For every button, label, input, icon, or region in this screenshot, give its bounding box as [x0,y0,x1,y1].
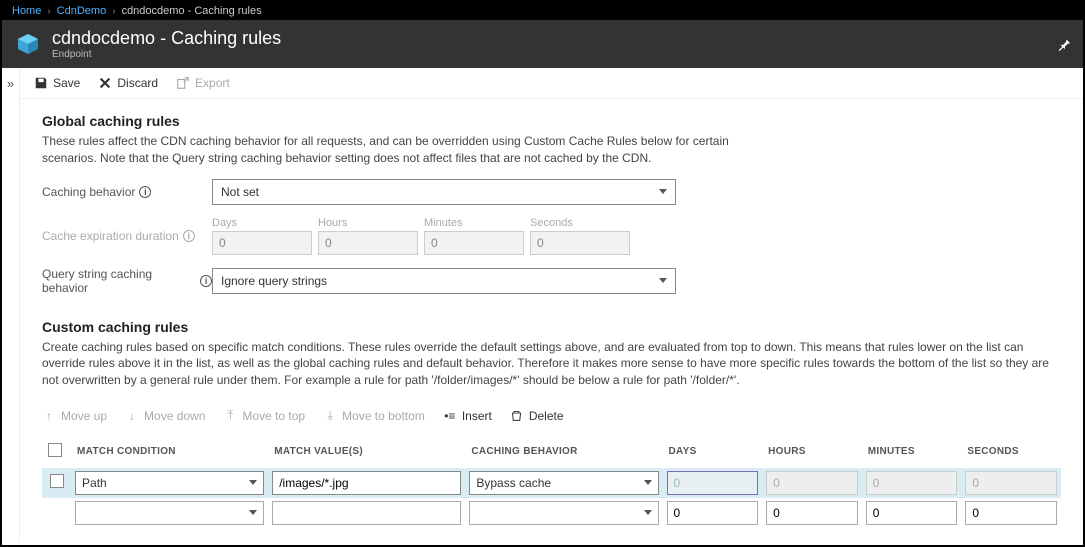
query-caching-label: Query string caching behavior i [42,267,212,295]
chevron-down-icon [644,480,652,485]
info-icon[interactable]: i [183,230,195,242]
match-condition-select[interactable]: Path [75,471,264,495]
seconds-label: Seconds [530,217,630,229]
row-minutes-input [866,471,958,495]
days-label: Days [212,217,312,229]
move-up-button[interactable]: ↑Move up [42,409,107,423]
col-days: DAYS [663,435,763,468]
save-icon [34,76,48,90]
page-subtitle: Endpoint [52,49,281,60]
export-icon [176,76,190,90]
discard-label: Discard [117,76,158,90]
row-minutes-input[interactable] [866,501,958,525]
col-caching-behavior: CACHING BEHAVIOR [465,435,662,468]
breadcrumb-link-home[interactable]: Home [12,5,41,17]
caching-behavior-value: Not set [221,185,259,199]
blade-header: cdndocdemo - Caching rules Endpoint [2,20,1083,68]
insert-button[interactable]: •≡Insert [443,409,492,423]
query-caching-value: Ignore query strings [221,274,327,288]
caching-behavior-select[interactable]: Not set [212,179,676,205]
col-match-value: MATCH VALUE(S) [268,435,465,468]
col-match-condition: MATCH CONDITION [71,435,268,468]
export-button[interactable]: Export [176,76,230,90]
rules-toolbar: ↑Move up ↓Move down ⤒Move to top ⤓Move t… [42,401,1061,431]
insert-icon: •≡ [443,409,457,423]
global-section-title: Global caching rules [42,113,1061,129]
select-all-checkbox[interactable] [48,443,62,457]
arrow-bottom-icon: ⤓ [323,409,337,423]
chevron-down-icon [659,189,667,194]
expiration-label: Cache expiration duration i [42,229,212,243]
arrow-top-icon: ⤒ [223,409,237,423]
page-title: cdndocdemo - Caching rules [52,28,281,49]
breadcrumb-current: cdndocdemo - Caching rules [122,5,262,17]
export-label: Export [195,76,230,90]
breadcrumb-link-cdndemo[interactable]: CdnDemo [57,5,107,17]
col-hours: HOURS [762,435,862,468]
chevron-down-icon [249,510,257,515]
minutes-input [424,231,524,255]
row-caching-behavior-select[interactable]: Bypass cache [469,471,658,495]
breadcrumb: Home › CdnDemo › cdndocdemo - Caching ru… [2,2,1083,20]
discard-button[interactable]: Discard [98,76,158,90]
expand-handle[interactable]: » [2,68,20,542]
chevron-right-icon: › [47,6,50,17]
info-icon[interactable]: i [139,186,151,198]
row-hours-input[interactable] [766,501,858,525]
match-condition-select[interactable] [75,501,264,525]
delete-button[interactable]: Delete [510,409,564,423]
match-value-input[interactable] [272,471,461,495]
days-input [212,231,312,255]
info-icon[interactable]: i [200,275,212,287]
chevron-down-icon [659,278,667,283]
save-label: Save [53,76,80,90]
match-value-input[interactable] [272,501,461,525]
move-down-button[interactable]: ↓Move down [125,409,205,423]
close-icon [98,76,112,90]
custom-section-title: Custom caching rules [42,319,1061,335]
hours-label: Hours [318,217,418,229]
global-section-desc: These rules affect the CDN caching behav… [42,133,762,167]
arrow-down-icon: ↓ [125,409,139,423]
caching-behavior-label: Caching behavior i [42,185,212,199]
custom-section-desc: Create caching rules based on specific m… [42,339,1061,389]
table-row: Path Bypass cache [42,468,1061,498]
row-days-input[interactable] [667,501,759,525]
row-checkbox[interactable] [50,474,64,488]
row-caching-behavior-select[interactable] [469,501,658,525]
row-seconds-input [965,471,1057,495]
chevron-down-icon [249,480,257,485]
pin-icon[interactable] [1057,37,1071,51]
trash-icon [510,409,524,423]
rules-table: MATCH CONDITION MATCH VALUE(S) CACHING B… [42,435,1061,528]
move-bottom-button[interactable]: ⤓Move to bottom [323,409,425,423]
row-days-input [667,471,759,495]
col-minutes: MINUTES [862,435,962,468]
minutes-label: Minutes [424,217,524,229]
chevron-down-icon [644,510,652,515]
arrow-up-icon: ↑ [42,409,56,423]
save-button[interactable]: Save [34,76,80,90]
move-top-button[interactable]: ⤒Move to top [223,409,305,423]
row-hours-input [766,471,858,495]
col-seconds: SECONDS [961,435,1061,468]
row-seconds-input[interactable] [965,501,1057,525]
query-caching-select[interactable]: Ignore query strings [212,268,676,294]
hours-input [318,231,418,255]
chevron-right-icon: › [112,6,115,17]
seconds-input [530,231,630,255]
endpoint-icon [14,30,42,58]
table-row [42,498,1061,528]
command-bar: Save Discard Export [20,68,1083,99]
